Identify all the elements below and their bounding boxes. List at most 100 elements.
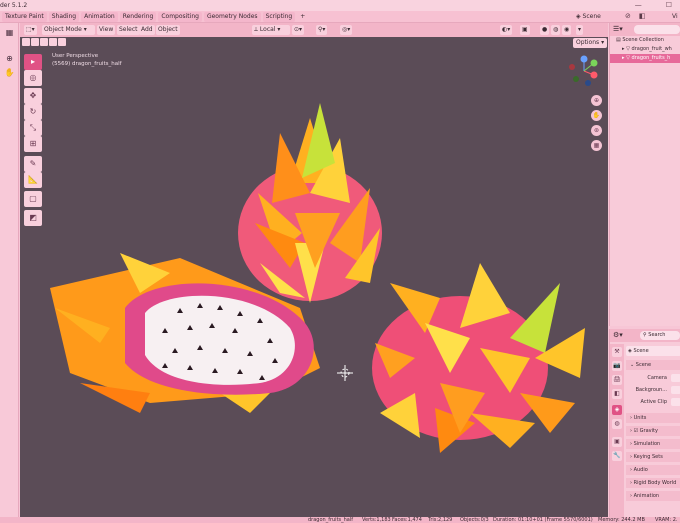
- object-info: (5569) dragon_fruits_half: [52, 61, 122, 67]
- background-field[interactable]: [671, 386, 680, 394]
- mode-select[interactable]: Object Mode ▾: [42, 25, 95, 35]
- view-layer-label[interactable]: Vi: [672, 13, 678, 20]
- world-tab-icon[interactable]: ◍: [612, 419, 622, 429]
- transform-orientation-select[interactable]: ⟂ Local ▾: [252, 25, 290, 35]
- panel-label: Units: [633, 415, 647, 421]
- outliner-item-dragon-fruit-whole[interactable]: ▸ ▽ dragon_fruit_wh: [610, 45, 680, 54]
- tab-compositing[interactable]: Compositing: [158, 12, 202, 22]
- properties-type-icon[interactable]: ⚙▾: [613, 331, 623, 339]
- status-objects: Objects:0/3: [460, 517, 489, 523]
- 3d-viewport[interactable]: ⬚▾ Object Mode ▾ View Select Add Object …: [20, 23, 608, 517]
- tool-tab-icon[interactable]: ⚒: [612, 347, 622, 357]
- workspace-tabs: Texture Paint Shading Animation Renderin…: [2, 12, 308, 22]
- minimize-icon[interactable]: —: [635, 1, 642, 9]
- display-mode-icon[interactable]: ☰▾: [613, 25, 623, 33]
- tab-geometry-nodes[interactable]: Geometry Nodes: [203, 12, 261, 22]
- panel-label: Gravity: [639, 428, 658, 434]
- top-dragon-fruit: [238, 103, 382, 303]
- select-box-icon[interactable]: [22, 38, 30, 46]
- object-menu[interactable]: Object: [156, 25, 180, 35]
- properties-tabs: ⚒ 📷 🖨 ◧ ◈ ◍ ▣ 🔧: [610, 344, 624, 517]
- background-row: Backgroun...: [626, 385, 680, 395]
- select-extend-icon[interactable]: [31, 38, 39, 46]
- editor-type-icon[interactable]: ▦: [4, 27, 15, 38]
- snap-icon[interactable]: ⚲▾: [316, 25, 328, 35]
- tab-shading[interactable]: Shading: [48, 12, 80, 22]
- object-tab-icon[interactable]: ▣: [612, 437, 622, 447]
- maximize-icon[interactable]: ☐: [666, 1, 672, 9]
- properties-search-input[interactable]: ⚲ Search: [640, 331, 680, 340]
- panel-label: Animation: [633, 493, 660, 499]
- options-button[interactable]: Options ▾: [573, 38, 608, 48]
- zoom-icon[interactable]: ⊕: [4, 53, 15, 64]
- properties-editor: ⚙▾ ⚲ Search ⚒ 📷 🖨 ◧ ◈ ◍ ▣ 🔧 ◈ Scene ⌄ Sc…: [609, 329, 680, 517]
- scene-name: Scene: [582, 13, 601, 20]
- editor-type-button[interactable]: ⬚▾: [24, 25, 37, 35]
- hand-icon[interactable]: ✋: [4, 67, 15, 78]
- active-clip-field[interactable]: [671, 398, 680, 406]
- add-menu[interactable]: Add: [139, 25, 155, 35]
- window-controls: — ☐: [635, 1, 672, 9]
- scene-tab-icon[interactable]: ◈: [612, 405, 622, 415]
- select-menu[interactable]: Select: [117, 25, 140, 35]
- overlay-icon[interactable]: ◐▾: [500, 25, 513, 35]
- xray-icon[interactable]: ▣: [520, 25, 530, 35]
- background-label: Backgroun...: [635, 387, 667, 393]
- outliner-item-scene-collection[interactable]: ▤ Scene Collection: [610, 36, 680, 45]
- shading-solid-icon[interactable]: ●: [540, 25, 550, 35]
- panel-animation[interactable]: › Animation: [626, 491, 680, 501]
- navigation-gizmo[interactable]: [566, 55, 602, 87]
- panel-units[interactable]: › Units: [626, 413, 680, 423]
- pivot-icon[interactable]: ⊙▾: [292, 25, 305, 35]
- shading-material-icon[interactable]: ◍: [551, 25, 561, 35]
- scene-selector[interactable]: ◈ Scene: [573, 12, 604, 22]
- mesh-icon: ▸ ▽: [622, 46, 632, 52]
- panel-audio[interactable]: › Audio: [626, 465, 680, 475]
- select-invert-icon[interactable]: [49, 38, 57, 46]
- app-title: der 5.1.2: [0, 2, 28, 9]
- panel-scene[interactable]: ⌄ Scene: [626, 360, 680, 370]
- panel-rigid-body-world[interactable]: › Rigid Body World: [626, 478, 680, 488]
- camera-field[interactable]: [671, 374, 680, 382]
- properties-header: ⚙▾ ⚲ Search: [610, 329, 680, 342]
- render-tab-icon[interactable]: 📷: [612, 361, 622, 371]
- select-tool[interactable]: ▸: [24, 54, 42, 70]
- viewport-info: User Perspective (5569) dragon_fruits_ha…: [52, 52, 122, 68]
- panel-label: Scene: [635, 362, 652, 368]
- tab-texture-paint[interactable]: Texture Paint: [2, 12, 47, 22]
- status-vram: VRAM: 2.: [655, 517, 678, 523]
- left-toolbar-strip: ▦ ⊕ ✋: [0, 23, 19, 517]
- camera-label: Camera: [647, 375, 667, 381]
- scene-datablock[interactable]: ◈ Scene: [626, 346, 680, 356]
- modifier-tab-icon[interactable]: 🔧: [612, 451, 622, 461]
- output-tab-icon[interactable]: 🖨: [612, 375, 622, 385]
- shading-options-icon[interactable]: ▾: [576, 25, 584, 35]
- panel-keying-sets[interactable]: › Keying Sets: [626, 452, 680, 462]
- outliner-item-dragon-fruits-half[interactable]: ▸ ▽ dragon_fruits_h: [610, 54, 680, 63]
- mode-label: Object Mode: [44, 26, 82, 33]
- outliner-search-input[interactable]: [634, 25, 680, 34]
- view-menu[interactable]: View: [97, 25, 116, 35]
- tab-animation[interactable]: Animation: [81, 12, 118, 22]
- select-subtract-icon[interactable]: [40, 38, 48, 46]
- panel-gravity[interactable]: › ☑ Gravity: [626, 426, 680, 436]
- add-workspace-button[interactable]: +: [297, 12, 308, 22]
- tab-scripting[interactable]: Scripting: [262, 12, 296, 22]
- cursor-tool[interactable]: ◎: [24, 70, 42, 86]
- scene-datablock-label: Scene: [633, 348, 649, 354]
- panel-label: Rigid Body World: [633, 480, 677, 486]
- tab-rendering[interactable]: Rendering: [119, 12, 157, 22]
- proportional-edit-icon[interactable]: ◎▾: [340, 25, 353, 35]
- panel-simulation[interactable]: › Simulation: [626, 439, 680, 449]
- top-bar: Texture Paint Shading Animation Renderin…: [0, 11, 680, 23]
- status-object: dragon_fruits_half: [308, 517, 354, 523]
- select-intersect-icon[interactable]: [58, 38, 66, 46]
- panel-label: Keying Sets: [633, 454, 663, 460]
- 3d-cursor: [337, 365, 353, 381]
- shading-rendered-icon[interactable]: ◉: [562, 25, 572, 35]
- pin-icon[interactable]: ⊘: [625, 12, 631, 20]
- orientation-label: Local: [259, 26, 276, 33]
- render-layer-icon[interactable]: ◧: [639, 12, 646, 20]
- view-layer-tab-icon[interactable]: ◧: [612, 389, 622, 399]
- search-placeholder: Search: [648, 332, 666, 338]
